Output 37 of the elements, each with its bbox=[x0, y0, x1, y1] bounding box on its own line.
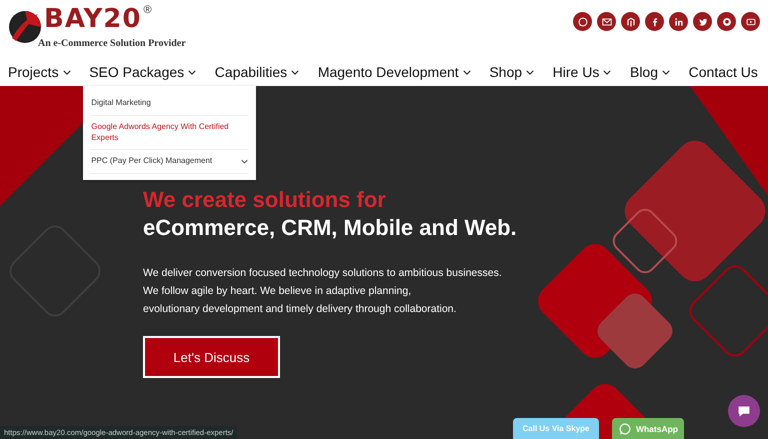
chevron-down-icon bbox=[291, 70, 300, 74]
chat-bubble-icon[interactable] bbox=[728, 395, 760, 427]
hero-description: evolutionary development and timely delivery through collaboration. bbox=[143, 302, 458, 317]
facebook-icon[interactable] bbox=[645, 12, 664, 31]
dropdown-item[interactable]: Digital Marketing bbox=[91, 92, 248, 116]
hero-headline: eCommerce, CRM, Mobile and Web. bbox=[143, 214, 518, 242]
nav-link[interactable]: Magento Development bbox=[318, 64, 471, 80]
hero-description: We deliver conversion focused technology solutions to ambitious businesses. bbox=[143, 266, 503, 281]
hero-description: We follow agile by heart. We believe in adaptive planning, bbox=[143, 284, 412, 299]
linkedin-icon[interactable] bbox=[669, 12, 688, 31]
chevron-down-icon bbox=[603, 70, 612, 74]
nav-link[interactable]: Shop bbox=[489, 64, 534, 80]
logo-tagline: An e-Commerce Solution Provider bbox=[38, 38, 186, 49]
twitter-icon[interactable] bbox=[693, 12, 712, 31]
hero-headline: We create solutions for bbox=[143, 186, 387, 214]
logo-wordmark: BAY20 bbox=[44, 4, 142, 34]
nav-link[interactable]: Hire Us bbox=[552, 64, 612, 80]
dropdown-item[interactable]: PPC (Pay Per Click) Management bbox=[91, 150, 248, 174]
dropdown-item[interactable]: Google Adwords Agency With Certified Experts bbox=[91, 116, 248, 150]
nav-link[interactable]: Capabilities bbox=[214, 64, 300, 80]
youtube-icon[interactable] bbox=[741, 12, 760, 31]
whatsapp-icon bbox=[618, 422, 632, 436]
chevron-down-icon bbox=[526, 70, 534, 74]
nav-link[interactable]: Contact Us bbox=[688, 64, 758, 80]
chevron-down-icon bbox=[662, 70, 670, 74]
chevron-down-icon bbox=[241, 159, 248, 164]
mail-icon[interactable] bbox=[597, 12, 616, 31]
nav-link[interactable]: Projects bbox=[8, 64, 71, 80]
whatsapp-icon[interactable] bbox=[573, 12, 592, 31]
registered-mark: ® bbox=[143, 4, 152, 16]
chevron-down-icon bbox=[462, 70, 471, 74]
magento-icon[interactable] bbox=[621, 12, 640, 31]
lets-discuss-button[interactable]: Let's Discuss bbox=[143, 336, 280, 378]
chevron-down-icon bbox=[188, 70, 196, 74]
nav-link[interactable]: SEO Packages bbox=[89, 64, 196, 80]
nav-link[interactable]: Blog bbox=[630, 64, 670, 80]
chevron-down-icon bbox=[62, 70, 71, 74]
